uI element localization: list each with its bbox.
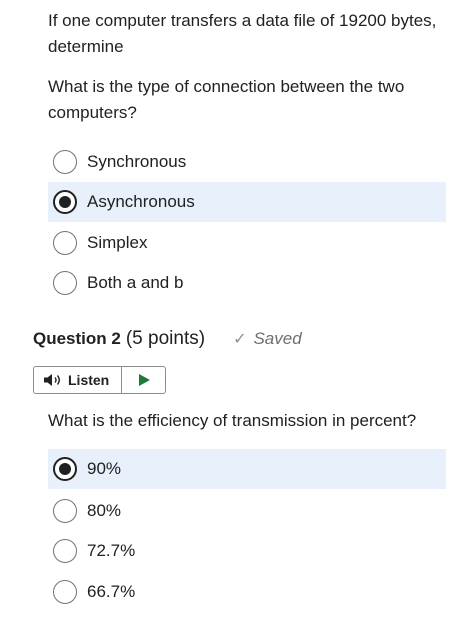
option-label: Simplex	[87, 233, 148, 252]
option-label: 90%	[87, 459, 122, 478]
radio-button-selected[interactable]	[53, 457, 77, 481]
q2-option-80[interactable]: 80%	[48, 491, 446, 531]
option-label: Both a and b	[87, 273, 184, 292]
saved-label: Saved	[253, 329, 302, 348]
q1-option-simplex[interactable]: Simplex	[48, 223, 446, 263]
listen-button[interactable]: Listen	[34, 367, 122, 393]
option-label: 80%	[87, 501, 122, 520]
q1-option-both[interactable]: Both a and b	[48, 263, 446, 303]
radio-button[interactable]	[53, 539, 77, 563]
q2-option-72-7[interactable]: 72.7%	[48, 531, 446, 571]
radio-button[interactable]	[53, 231, 77, 255]
radio-button[interactable]	[53, 499, 77, 523]
radio-button[interactable]	[53, 271, 77, 295]
saved-status: ✓ Saved	[233, 329, 302, 349]
play-button[interactable]	[122, 367, 165, 393]
question-2-title: Question 2	[33, 329, 121, 348]
question-1-text: If one computer transfers a data file of…	[48, 11, 437, 56]
radio-button[interactable]	[53, 150, 77, 174]
option-label: 66.7%	[87, 582, 136, 601]
play-icon	[138, 374, 150, 386]
q2-option-66-7[interactable]: 66.7%	[48, 572, 446, 612]
q1-option-synchronous[interactable]: Synchronous	[48, 142, 446, 182]
question-1-prompt: What is the type of connection between t…	[48, 77, 405, 122]
option-label: 72.7%	[87, 541, 136, 560]
option-label: Synchronous	[87, 152, 187, 171]
radio-button[interactable]	[53, 580, 77, 604]
radio-button-selected[interactable]	[53, 190, 77, 214]
q2-option-90[interactable]: 90%	[48, 449, 446, 489]
question-2-header: Question 2 (5 points) ✓ Saved	[33, 328, 302, 350]
checkmark-icon: ✓	[233, 331, 247, 348]
listen-label: Listen	[68, 372, 110, 388]
speaker-icon	[44, 374, 60, 386]
q1-option-asynchronous[interactable]: Asynchronous	[48, 182, 446, 222]
question-2-points: (5 points)	[125, 328, 206, 349]
question-2-prompt: What is the efficiency of transmission i…	[48, 411, 417, 430]
listen-control: Listen	[33, 366, 166, 394]
option-label: Asynchronous	[87, 192, 195, 211]
